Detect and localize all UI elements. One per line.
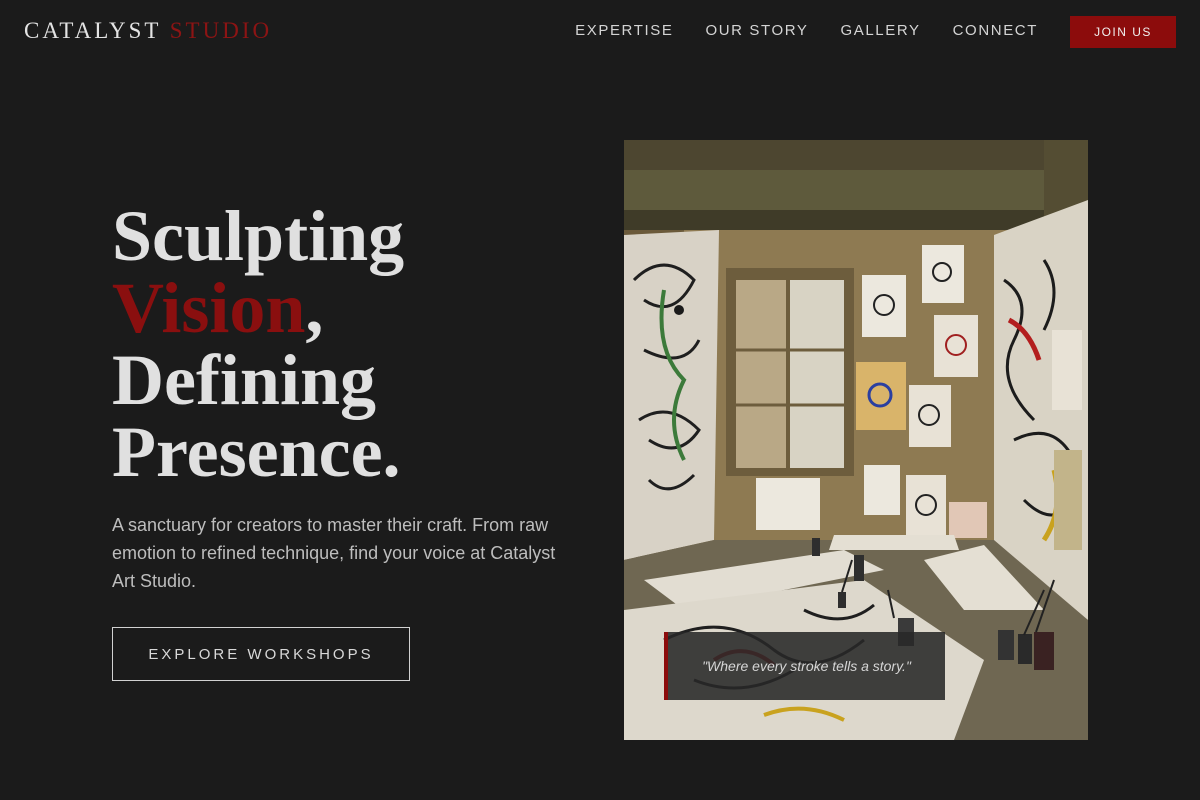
hero-title-line-4: Presence.: [112, 412, 401, 492]
hero-title-line-2: Vision,: [112, 272, 592, 344]
top-navigation: CATALYST STUDIO EXPERTISE OUR STORY GALL…: [0, 0, 1200, 64]
nav-link-gallery[interactable]: GALLERY: [840, 22, 920, 39]
nav-links: EXPERTISE OUR STORY GALLERY CONNECT: [575, 22, 1038, 39]
hero-title-comma: ,: [305, 268, 324, 348]
brand-name: CATALYST: [24, 18, 162, 43]
brand-accent: STUDIO: [169, 18, 273, 43]
quote-text: "Where every stroke tells a story.": [702, 658, 911, 674]
brand-logo[interactable]: CATALYST STUDIO: [24, 18, 272, 44]
hero-title: Sculpting Vision, Defining Presence.: [112, 200, 592, 488]
quote-card: "Where every stroke tells a story.": [664, 632, 945, 700]
join-us-button[interactable]: JOIN US: [1070, 16, 1176, 48]
nav-link-connect[interactable]: CONNECT: [953, 22, 1038, 39]
explore-workshops-button[interactable]: EXPLORE WORKSHOPS: [112, 627, 410, 681]
hero-title-accent: Vision: [112, 268, 306, 348]
hero-description: A sanctuary for creators to master their…: [112, 515, 556, 591]
hero-title-line-1: Sculpting: [112, 196, 405, 276]
hero-title-line-3: Defining: [112, 340, 377, 420]
nav-link-expertise[interactable]: EXPERTISE: [575, 22, 673, 39]
nav-link-our-story[interactable]: OUR STORY: [705, 22, 808, 39]
